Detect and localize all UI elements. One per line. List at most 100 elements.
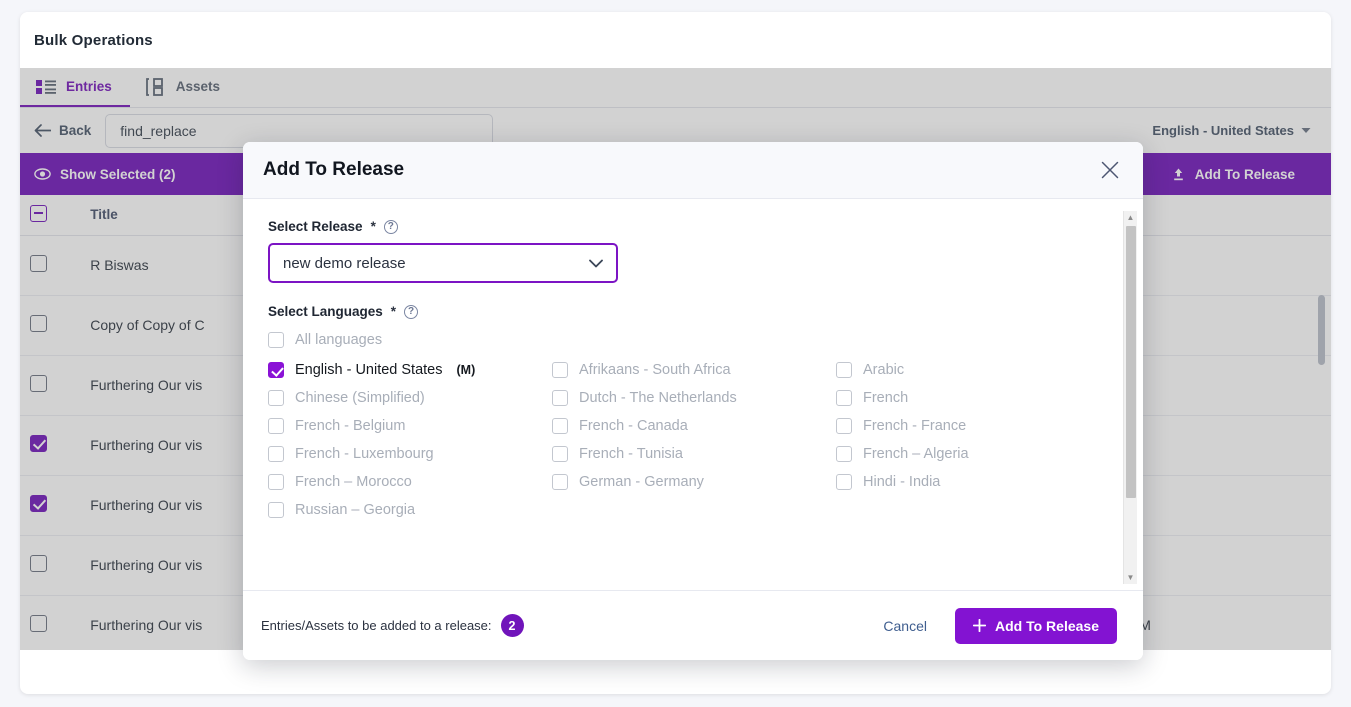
row-checkbox-cell[interactable] bbox=[20, 475, 81, 536]
checkbox[interactable] bbox=[552, 390, 568, 406]
select-languages-required-mark: * bbox=[390, 304, 397, 319]
checkbox[interactable] bbox=[268, 362, 284, 378]
checkbox[interactable] bbox=[268, 446, 284, 462]
language-option-french-france[interactable]: French - France bbox=[836, 418, 1117, 434]
upload-icon bbox=[1171, 167, 1186, 182]
language-option-french-algeria[interactable]: French – Algeria bbox=[836, 446, 1117, 462]
select-languages-label-row: Select Languages * ? bbox=[268, 304, 1117, 319]
select-release-label-row: Select Release * ? bbox=[268, 219, 1117, 234]
show-selected-button[interactable]: Show Selected (2) bbox=[34, 167, 176, 182]
scroll-up-arrow-icon[interactable]: ▲ bbox=[1124, 211, 1137, 224]
add-to-release-toolbar-label: Add To Release bbox=[1194, 166, 1295, 182]
back-button[interactable]: Back bbox=[34, 123, 91, 138]
plus-icon bbox=[973, 619, 986, 632]
checkbox[interactable] bbox=[552, 362, 568, 378]
checkbox[interactable] bbox=[552, 418, 568, 434]
checkbox[interactable] bbox=[836, 418, 852, 434]
list-entries-icon bbox=[36, 79, 56, 95]
chevron-down-icon bbox=[589, 259, 603, 268]
checkbox[interactable] bbox=[836, 474, 852, 490]
row-checkbox[interactable] bbox=[30, 315, 47, 332]
select-all-header[interactable] bbox=[20, 195, 81, 236]
close-button[interactable] bbox=[1095, 155, 1125, 185]
row-checkbox-cell[interactable] bbox=[20, 415, 81, 476]
language-option-hindi-india[interactable]: Hindi - India bbox=[836, 474, 1117, 490]
page-title: Bulk Operations bbox=[34, 31, 153, 49]
language-option-arabic[interactable]: Arabic bbox=[836, 362, 1117, 378]
help-circle-icon[interactable]: ? bbox=[404, 304, 419, 319]
scroll-down-arrow-icon[interactable]: ▼ bbox=[1124, 571, 1137, 584]
select-all-checkbox[interactable] bbox=[30, 204, 47, 222]
row-checkbox[interactable] bbox=[30, 495, 47, 512]
select-release-dropdown[interactable]: new demo release bbox=[268, 243, 618, 283]
language-option-label: Dutch - The Netherlands bbox=[579, 390, 737, 406]
dialog-scrollbar[interactable]: ▲ ▼ bbox=[1123, 211, 1137, 584]
checkbox[interactable] bbox=[268, 502, 284, 518]
language-option-label: English - United States bbox=[295, 362, 443, 378]
checkbox[interactable] bbox=[836, 390, 852, 406]
language-option-chinese-simplified[interactable]: Chinese (Simplified) bbox=[268, 390, 552, 406]
row-checkbox[interactable] bbox=[30, 375, 47, 392]
tab-assets[interactable]: Assets bbox=[130, 68, 238, 107]
language-option-label: Chinese (Simplified) bbox=[295, 390, 425, 406]
language-option-label: French - Tunisia bbox=[579, 446, 683, 462]
row-checkbox-cell[interactable] bbox=[20, 355, 81, 416]
language-option-german-germany[interactable]: German - Germany bbox=[552, 474, 836, 490]
table-scrollbar[interactable] bbox=[1318, 243, 1325, 613]
show-selected-label: Show Selected (2) bbox=[60, 166, 176, 182]
add-to-release-submit-button[interactable]: Add To Release bbox=[955, 607, 1117, 644]
help-circle-icon[interactable]: ? bbox=[383, 219, 398, 234]
language-option-french-tunisia[interactable]: French - Tunisia bbox=[552, 446, 836, 462]
language-option-french-morocco[interactable]: French – Morocco bbox=[268, 474, 552, 490]
add-to-release-dialog: Add To Release Select Release * ? new dem… bbox=[243, 142, 1143, 660]
dialog-header: Add To Release bbox=[243, 142, 1143, 199]
select-release-required-mark: * bbox=[370, 219, 376, 234]
row-checkbox-cell[interactable] bbox=[20, 595, 81, 650]
select-languages-section: Select Languages * ? All languages Englis… bbox=[268, 304, 1117, 518]
row-checkbox[interactable] bbox=[30, 255, 47, 272]
language-option-label: French – Algeria bbox=[863, 446, 969, 462]
language-option-french[interactable]: French bbox=[836, 390, 1117, 406]
back-button-label: Back bbox=[59, 123, 92, 138]
language-option-russian-georgia[interactable]: Russian – Georgia bbox=[268, 502, 552, 518]
row-checkbox-cell[interactable] bbox=[20, 295, 81, 356]
table-scrollbar-thumb[interactable] bbox=[1318, 295, 1325, 365]
language-option-label: Arabic bbox=[863, 362, 905, 378]
language-option-english-united-states[interactable]: English - United States (M) bbox=[268, 362, 552, 378]
tab-assets-label: Assets bbox=[175, 79, 221, 94]
row-checkbox[interactable] bbox=[30, 615, 47, 632]
checkbox[interactable] bbox=[552, 474, 568, 490]
row-checkbox-cell[interactable] bbox=[20, 235, 81, 296]
eye-icon bbox=[34, 168, 51, 180]
row-checkbox-cell[interactable] bbox=[20, 535, 81, 596]
dialog-scrollbar-thumb[interactable] bbox=[1126, 226, 1136, 498]
language-option-label: Afrikaans - South Africa bbox=[579, 362, 731, 378]
checkbox[interactable] bbox=[836, 446, 852, 462]
language-option-french-canada[interactable]: French - Canada bbox=[552, 418, 836, 434]
language-option-french-luxembourg[interactable]: French - Luxembourg bbox=[268, 446, 552, 462]
add-to-release-toolbar-button[interactable]: Add To Release bbox=[1171, 167, 1317, 182]
language-option-label: Hindi - India bbox=[863, 474, 941, 490]
cancel-button[interactable]: Cancel bbox=[869, 612, 941, 640]
row-checkbox[interactable] bbox=[30, 435, 47, 452]
language-option-label: French - Belgium bbox=[295, 418, 406, 434]
language-option-afrikaans-south-africa[interactable]: Afrikaans - South Africa bbox=[552, 362, 836, 378]
language-option-badge: (M) bbox=[456, 363, 476, 377]
row-checkbox[interactable] bbox=[30, 555, 47, 572]
checkbox[interactable] bbox=[268, 474, 284, 490]
tab-bar: Entries Assets bbox=[20, 68, 1331, 108]
checkbox[interactable] bbox=[552, 446, 568, 462]
language-selector[interactable]: English - United States bbox=[1152, 123, 1317, 138]
language-option-dutch-netherlands[interactable]: Dutch - The Netherlands bbox=[552, 390, 836, 406]
tab-entries[interactable]: Entries bbox=[20, 68, 130, 107]
checkbox[interactable] bbox=[268, 332, 284, 348]
assets-icon bbox=[145, 77, 166, 96]
checkbox[interactable] bbox=[836, 362, 852, 378]
page-header: Bulk Operations bbox=[20, 12, 1331, 68]
language-option-french-belgium[interactable]: French - Belgium bbox=[268, 418, 552, 434]
language-option-all[interactable]: All languages bbox=[268, 332, 1117, 348]
checkbox[interactable] bbox=[268, 418, 284, 434]
select-release-label: Select Release bbox=[268, 219, 363, 234]
checkbox[interactable] bbox=[268, 390, 284, 406]
language-selector-label: English - United States bbox=[1152, 123, 1294, 138]
